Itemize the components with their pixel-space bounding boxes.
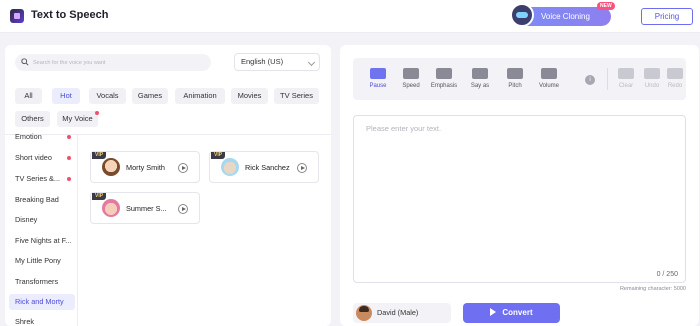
category-my-little-pony[interactable]: My Little Pony <box>9 253 75 269</box>
new-badge: NEW <box>597 2 615 10</box>
tag-all[interactable]: All <box>15 88 42 104</box>
app-logo-icon <box>10 9 24 23</box>
undo-icon <box>644 68 660 79</box>
volume-icon <box>541 68 557 79</box>
voice-card-summer[interactable]: VIP Summer S... <box>90 192 200 224</box>
search-input[interactable] <box>33 54 207 71</box>
char-count: 0 / 250 <box>656 271 678 278</box>
voice-card-morty[interactable]: VIP Morty Smith <box>90 151 200 183</box>
category-label: Emotion <box>15 132 42 141</box>
notification-dot <box>67 135 71 139</box>
text-input[interactable] <box>353 115 686 283</box>
play-icon[interactable] <box>178 163 188 173</box>
voice-card-rick[interactable]: VIP Rick Sanchez <box>209 151 319 183</box>
chevron-down-icon <box>307 58 316 67</box>
speed-gauge-icon <box>403 68 419 79</box>
category-tv-series[interactable]: TV Series &... <box>9 171 75 187</box>
emphasis-icon <box>436 68 452 79</box>
speed-tool[interactable]: Speed <box>396 66 426 96</box>
eraser-icon <box>618 68 634 79</box>
emphasis-tool[interactable]: Emphasis <box>429 66 459 96</box>
vip-badge: VIP <box>211 152 226 159</box>
pricing-button[interactable]: Pricing <box>641 8 693 25</box>
tag-vocals[interactable]: Vocals <box>89 88 126 104</box>
search-icon <box>21 58 29 66</box>
tag-my-voice[interactable]: My Voice <box>57 111 98 127</box>
vip-badge: VIP <box>92 193 107 200</box>
voice-library-panel: English (US) All Hot Vocals Games Animat… <box>5 45 331 326</box>
category-list: Emotion Short video TV Series &... Break… <box>5 132 78 326</box>
pitch-icon <box>507 68 523 79</box>
app-title: Text to Speech <box>31 9 109 21</box>
category-breaking-bad[interactable]: Breaking Bad <box>9 192 75 208</box>
editor-panel: Pause Speed Emphasis Say as Pitch Volume… <box>340 45 699 326</box>
notification-dot <box>67 156 71 160</box>
category-shrek[interactable]: Shrek <box>9 314 75 326</box>
pitch-tool[interactable]: Pitch <box>500 66 530 96</box>
editor-toolbar: Pause Speed Emphasis Say as Pitch Volume… <box>353 58 686 100</box>
category-transformers[interactable]: Transformers <box>9 274 75 290</box>
redo-icon <box>667 68 683 79</box>
convert-label: Convert <box>502 308 533 317</box>
tool-label: Volume <box>538 83 559 89</box>
vip-badge: VIP <box>92 152 107 159</box>
say-as-tool[interactable]: Say as <box>465 66 495 96</box>
redo-tool[interactable]: Redo <box>660 66 690 96</box>
category-five-nights[interactable]: Five Nights at F... <box>9 233 75 249</box>
tag-animation[interactable]: Animation <box>175 88 225 104</box>
category-label: Short video <box>15 153 52 162</box>
notification-dot <box>67 177 71 181</box>
tag-games[interactable]: Games <box>132 88 168 104</box>
category-short-video[interactable]: Short video <box>9 150 75 166</box>
search-box <box>15 54 211 71</box>
tool-label: Redo <box>667 83 683 89</box>
say-as-icon <box>472 68 488 79</box>
remaining-characters: Remaining character: 5000 <box>619 286 686 292</box>
tag-others[interactable]: Others <box>15 111 50 127</box>
info-icon[interactable]: i <box>585 75 595 85</box>
avatar <box>356 305 372 321</box>
avatar <box>102 199 120 217</box>
voice-name: Summer S... <box>126 204 167 213</box>
category-disney[interactable]: Disney <box>9 212 75 228</box>
avatar <box>221 158 239 176</box>
tag-tv-series[interactable]: TV Series <box>274 88 319 104</box>
pause-tool[interactable]: Pause <box>363 66 393 96</box>
play-icon <box>490 308 497 316</box>
tag-hot[interactable]: Hot <box>52 88 80 104</box>
avatar <box>102 158 120 176</box>
voice-name: Rick Sanchez <box>245 163 290 172</box>
notification-dot <box>95 111 99 115</box>
category-label: TV Series &... <box>15 174 61 183</box>
pause-icon <box>370 68 386 79</box>
app-header: Text to Speech Voice Cloning NEW Pricing <box>0 0 700 33</box>
selected-voice-label: David (Male) <box>377 308 419 317</box>
tag-movies[interactable]: Movies <box>231 88 268 104</box>
play-icon[interactable] <box>178 204 188 214</box>
language-select[interactable]: English (US) <box>234 53 320 71</box>
category-rick-and-morty[interactable]: Rick and Morty <box>9 294 75 310</box>
language-selected: English (US) <box>241 57 284 66</box>
selected-voice-chip[interactable]: David (Male) <box>353 303 451 323</box>
robot-icon <box>510 3 534 27</box>
convert-button[interactable]: Convert <box>463 303 560 323</box>
play-icon[interactable] <box>297 163 307 173</box>
voice-name: Morty Smith <box>126 163 165 172</box>
category-emotion[interactable]: Emotion <box>9 129 75 145</box>
volume-tool[interactable]: Volume <box>534 66 564 96</box>
